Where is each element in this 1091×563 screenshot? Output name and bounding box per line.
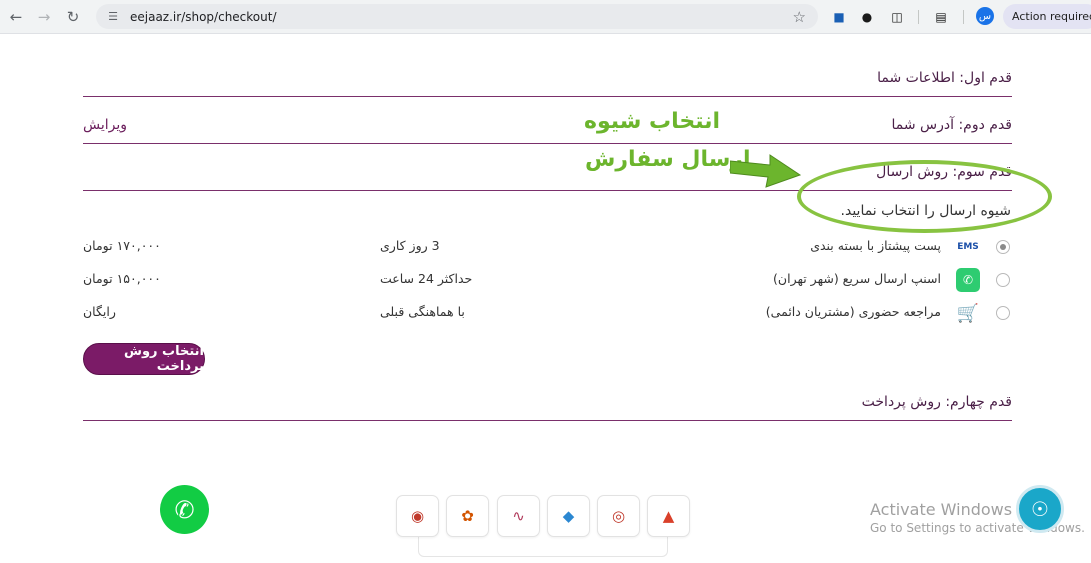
trust-badge-1[interactable]: ◉ <box>396 495 439 537</box>
trust-badge-4[interactable]: ◆ <box>547 495 590 537</box>
edit-address-link[interactable]: ویرایش <box>83 117 127 133</box>
back-icon[interactable]: ← <box>4 5 28 29</box>
option-time: حداکثر 24 ساعت <box>380 271 473 286</box>
annotation-arrow-icon <box>730 154 802 188</box>
trust-badge-5[interactable]: ◎ <box>597 495 640 537</box>
option-price: ۱۵۰,۰۰۰ تومان <box>83 271 161 286</box>
annotation-highlight-oval <box>797 160 1052 233</box>
bookmark-star-icon[interactable]: ☆ <box>793 8 806 26</box>
puzzle-icon[interactable]: ◫ <box>886 6 908 28</box>
profile-avatar[interactable]: س <box>976 7 994 25</box>
address-bar[interactable]: ☰ eejaaz.ir/shop/checkout/ ☆ <box>96 4 818 29</box>
cart-icon: 🛒 <box>956 301 980 325</box>
action-required-button[interactable]: Action required <box>1003 4 1091 29</box>
shipping-option-post[interactable]: EMS پست پیشتاز با بسته بندی 3 روز کاری ۱… <box>0 235 1091 259</box>
step-4-header[interactable]: قدم چهارم: روش پرداخت <box>83 375 1012 421</box>
shipping-option-pickup[interactable]: 🛒 مراجعه حضوری (مشتریان دائمی) با هماهنگ… <box>0 301 1091 325</box>
step-2-header: قدم دوم: آدرس شما ویرایش <box>83 97 1012 144</box>
step-2-title: قدم دوم: آدرس شما <box>891 117 1012 133</box>
url-text[interactable]: eejaaz.ir/shop/checkout/ <box>130 10 277 24</box>
option-price: رایگان <box>83 304 116 319</box>
reload-icon[interactable]: ↻ <box>61 5 85 29</box>
option-name: اسنپ ارسال سریع (شهر تهران) <box>773 271 941 286</box>
choose-payment-button[interactable]: انتخاب روش پرداخت <box>83 343 205 375</box>
radio-post[interactable] <box>996 240 1010 254</box>
option-time: با هماهنگی قبلی <box>380 304 465 319</box>
badges-connector <box>418 535 668 557</box>
site-settings-icon[interactable]: ☰ <box>106 10 120 24</box>
save-extension-icon[interactable]: ■ <box>828 6 850 28</box>
snapp-icon: ✆ <box>956 268 980 292</box>
step-4-title: قدم چهارم: روش پرداخت <box>861 394 1012 410</box>
radio-pickup[interactable] <box>996 306 1010 320</box>
trust-badge-6[interactable]: ▲ <box>647 495 690 537</box>
annotation-line-1: انتخاب شیوه <box>584 109 721 134</box>
forward-icon[interactable]: → <box>32 5 56 29</box>
reading-list-icon[interactable]: ▤ <box>930 6 952 28</box>
option-name: مراجعه حضوری (مشتریان دائمی) <box>765 304 941 319</box>
extension-dark-icon[interactable]: ● <box>856 6 878 28</box>
phone-icon: ✆ <box>174 495 195 524</box>
trust-badge-2[interactable]: ✿ <box>446 495 489 537</box>
option-time: 3 روز کاری <box>380 238 440 253</box>
accessibility-icon: ☉ <box>1031 497 1049 521</box>
accessibility-button[interactable]: ☉ <box>1016 485 1064 533</box>
toolbar-divider <box>918 10 919 24</box>
post-icon: EMS <box>956 235 980 259</box>
action-required-label: Action required <box>1012 10 1091 23</box>
option-price: ۱۷۰,۰۰۰ تومان <box>83 238 161 253</box>
annotation-line-2: ارسال سفارش <box>585 147 751 172</box>
checkout-page: قدم اول: اطلاعات شما قدم دوم: آدرس شما و… <box>0 35 1091 563</box>
option-name: پست پیشتاز با بسته بندی <box>810 238 941 253</box>
step-1-title: قدم اول: اطلاعات شما <box>877 70 1012 86</box>
radio-snapp[interactable] <box>996 273 1010 287</box>
toolbar-divider <box>963 10 964 24</box>
browser-toolbar: ← → ↻ ☰ eejaaz.ir/shop/checkout/ ☆ ■ ● ◫… <box>0 0 1091 34</box>
step-1-header[interactable]: قدم اول: اطلاعات شما <box>83 55 1012 97</box>
trust-badge-3[interactable]: ∿ <box>497 495 540 537</box>
call-button[interactable]: ✆ <box>160 485 209 534</box>
shipping-option-snapp[interactable]: ✆ اسنپ ارسال سریع (شهر تهران) حداکثر 24 … <box>0 268 1091 292</box>
